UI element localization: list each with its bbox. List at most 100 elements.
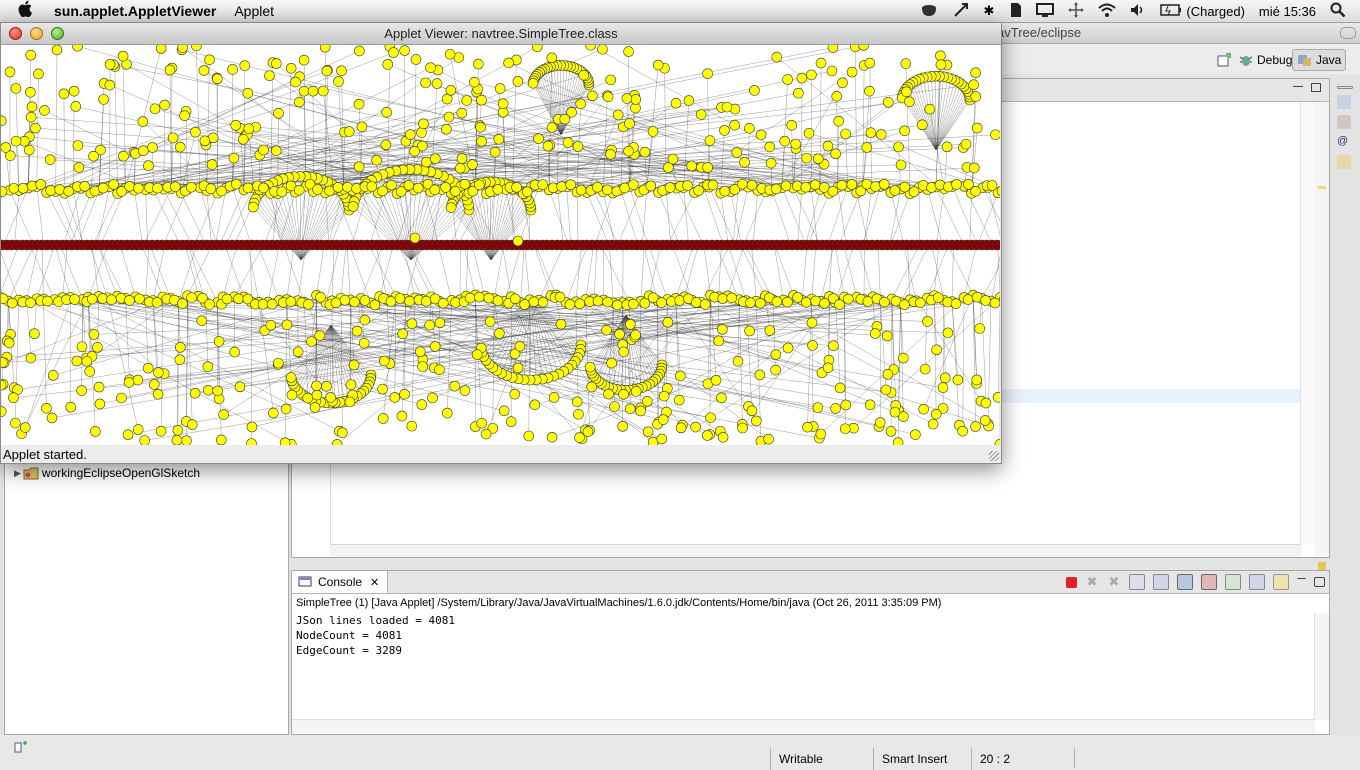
tree-node xyxy=(273,358,283,368)
tree-node xyxy=(66,402,76,412)
clear-console-icon[interactable] xyxy=(1129,574,1145,590)
tree-node xyxy=(248,202,258,212)
show-on-stdout-icon[interactable] xyxy=(1177,574,1193,590)
editor-vertical-scrollbar[interactable] xyxy=(1300,102,1315,545)
script-icon[interactable] xyxy=(953,2,969,21)
console-output[interactable]: JSon lines loaded = 4081NodeCount = 4081… xyxy=(296,613,1313,718)
tree-graph-canvas[interactable] xyxy=(1,45,1000,445)
scroll-lock-icon[interactable] xyxy=(1153,574,1169,590)
tree-node xyxy=(612,300,622,310)
tree-node xyxy=(700,299,710,309)
eclipse-title: avTree/eclipse xyxy=(997,25,1081,40)
javadoc-view-icon[interactable]: @ xyxy=(1337,135,1351,149)
console-maximize-icon[interactable] xyxy=(1314,577,1325,587)
tree-node xyxy=(543,141,553,151)
console-minimize-icon[interactable] xyxy=(1297,578,1306,580)
outline-view-icon[interactable] xyxy=(1337,115,1351,129)
overview-summary-mark[interactable] xyxy=(1318,562,1326,570)
tree-node xyxy=(831,149,841,159)
tree-node xyxy=(346,380,356,390)
declaration-view-icon[interactable] xyxy=(1337,155,1351,169)
tree-node xyxy=(26,353,36,363)
tree-node xyxy=(156,45,166,53)
tree-node xyxy=(841,400,851,410)
remove-all-icon[interactable]: ✖ xyxy=(1107,575,1121,589)
tree-node xyxy=(312,381,322,391)
display-console-icon[interactable] xyxy=(1249,574,1265,590)
tree-node xyxy=(657,298,667,308)
tree-node xyxy=(529,297,539,307)
debug-perspective-button[interactable]: Debug xyxy=(1233,49,1297,71)
wifi-icon[interactable] xyxy=(1098,3,1116,20)
console-horizontal-scrollbar[interactable] xyxy=(292,719,1315,734)
console-process-info: SimpleTree (1) [Java Applet] /System/Lib… xyxy=(296,597,941,609)
coffee-cup-icon[interactable] xyxy=(921,3,939,20)
tree-node xyxy=(228,64,238,74)
tree-node xyxy=(320,45,330,52)
tree-node xyxy=(923,316,933,326)
tree-node xyxy=(9,183,19,193)
resize-grip-icon[interactable] xyxy=(989,451,999,461)
tree-node xyxy=(247,422,257,432)
volume-icon[interactable] xyxy=(1130,3,1146,20)
tree-node xyxy=(528,78,538,88)
restore-icon[interactable] xyxy=(1337,95,1351,109)
tree-node xyxy=(494,134,504,144)
tree-node xyxy=(212,74,222,84)
console-vertical-scrollbar[interactable] xyxy=(1314,613,1329,720)
editor-horizontal-scrollbar[interactable] xyxy=(330,544,1301,557)
terminate-icon[interactable] xyxy=(1066,577,1077,588)
asterisk-icon[interactable]: ✱ xyxy=(983,3,994,19)
remove-launch-icon[interactable]: ✖ xyxy=(1085,575,1099,589)
tree-node xyxy=(286,372,296,382)
editor-overview-ruler xyxy=(1315,102,1329,557)
evernote-icon[interactable] xyxy=(1008,2,1022,21)
tree-node xyxy=(294,185,304,195)
tab-console[interactable]: Console ✕ xyxy=(292,571,388,593)
show-on-stderr-icon[interactable] xyxy=(1201,574,1217,590)
applet-menu[interactable]: Applet xyxy=(234,3,274,19)
trim-minimize-icon[interactable] xyxy=(1337,86,1353,89)
tree-node xyxy=(631,386,641,396)
tree-node xyxy=(235,382,245,392)
fast-view-icon[interactable] xyxy=(14,740,32,754)
tree-node xyxy=(177,299,187,309)
move-arrows-icon[interactable] xyxy=(1068,2,1084,21)
tree-node xyxy=(990,298,1000,308)
tree-node xyxy=(563,138,573,148)
tree-node xyxy=(465,293,475,303)
pin-console-icon[interactable] xyxy=(1225,574,1241,590)
display-icon[interactable] xyxy=(1036,3,1054,20)
tree-node xyxy=(828,45,838,53)
apple-menu-icon[interactable] xyxy=(18,0,38,22)
applet-title-bar[interactable]: Applet Viewer: navtree.SimpleTree.class xyxy=(1,23,1001,45)
tree-node xyxy=(421,157,431,167)
maximize-icon[interactable] xyxy=(1311,83,1321,92)
clock[interactable]: mié 15:36 xyxy=(1259,4,1316,19)
tree-node xyxy=(240,61,250,71)
app-name-menu[interactable]: sun.applet.AppletViewer xyxy=(54,3,216,19)
tree-node xyxy=(64,186,74,196)
tree-node xyxy=(882,331,892,341)
tree-node xyxy=(613,110,623,120)
tree-node xyxy=(653,60,663,70)
battery-icon[interactable] xyxy=(1160,4,1182,19)
tree-node xyxy=(153,368,163,378)
tree-node xyxy=(398,329,408,339)
toolbar-toggle-icon[interactable] xyxy=(1340,27,1356,39)
tree-node xyxy=(643,427,653,437)
tree-node xyxy=(583,427,593,437)
tree-graph[interactable] xyxy=(1,45,1000,445)
tree-item-project[interactable]: ▶ workingEclipseOpenGlSketch xyxy=(14,466,200,480)
tree-node xyxy=(747,180,757,190)
applet-window-title: Applet Viewer: navtree.SimpleTree.class xyxy=(1,26,1001,41)
open-console-icon[interactable] xyxy=(1273,574,1289,590)
java-perspective-button[interactable]: Java xyxy=(1292,49,1346,71)
minimize-icon[interactable] xyxy=(1293,86,1303,88)
tree-node xyxy=(802,153,812,163)
spotlight-search-icon[interactable] xyxy=(1330,2,1346,21)
overview-warning-mark[interactable] xyxy=(1318,186,1326,189)
tree-node xyxy=(387,180,397,190)
expand-arrow-icon[interactable]: ▶ xyxy=(14,468,21,479)
close-tab-icon[interactable]: ✕ xyxy=(370,576,379,589)
